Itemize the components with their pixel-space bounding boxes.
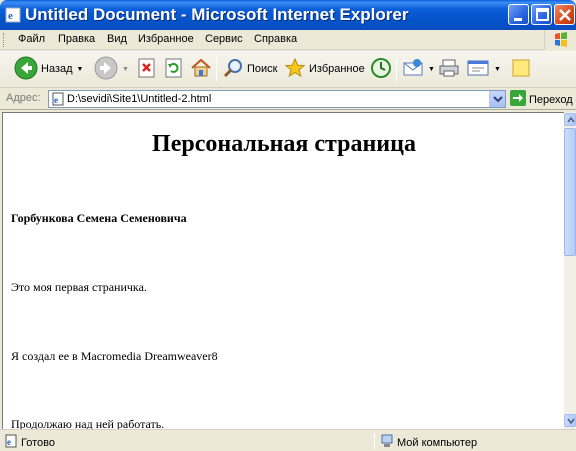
favorites-button[interactable]: Избранное [284, 56, 365, 82]
search-icon [222, 57, 244, 82]
forward-dropdown-icon[interactable]: ▼ [122, 66, 129, 73]
windows-logo-icon [544, 30, 576, 50]
favorites-label: Избранное [309, 63, 365, 75]
window-title: Untitled Document - Microsoft Internet E… [25, 5, 409, 24]
my-computer-icon [380, 434, 394, 451]
address-value[interactable]: D:\sevidi\Site1\Untitled-2.html [67, 93, 211, 105]
note-icon [510, 57, 532, 82]
print-icon [438, 57, 460, 82]
mail-icon [402, 57, 424, 82]
standard-toolbar: Назад ▼ ▼ Поиск Избранное ▼ ▼ [0, 51, 576, 88]
title-bar: e Untitled Document - Microsoft Internet… [0, 0, 576, 30]
paragraph-continue: Продолжаю над ней работать. [11, 417, 165, 429]
scroll-down-button[interactable] [564, 414, 576, 427]
forward-arrow-icon [94, 56, 118, 83]
status-text: Готово [21, 436, 55, 449]
status-separator [374, 433, 375, 449]
go-arrow-icon [510, 90, 526, 109]
status-zone: Мой компьютер [380, 434, 477, 451]
zone-text: Мой компьютер [397, 436, 478, 449]
edit-icon [466, 57, 490, 82]
menu-help[interactable]: Справка [254, 33, 297, 45]
edit-button[interactable]: ▼ [466, 56, 501, 82]
status-done: e Готово [4, 434, 55, 451]
back-arrow-icon [14, 56, 38, 83]
back-label: Назад [41, 63, 73, 75]
go-button[interactable]: Переход [510, 90, 573, 109]
menu-edit[interactable]: Правка [58, 33, 95, 45]
refresh-button[interactable] [163, 56, 185, 82]
address-bar: Адрес: e D:\sevidi\Site1\Untitled-2.html… [0, 88, 576, 110]
status-bar: e Готово Мой компьютер [0, 429, 576, 451]
menu-file[interactable]: Файл [18, 33, 45, 45]
svg-text:e: e [54, 95, 58, 105]
paragraph-first-page: Это моя первая страничка. [11, 280, 147, 294]
search-label: Поиск [247, 63, 278, 75]
ie-icon: e [5, 7, 21, 23]
maximize-button[interactable] [531, 4, 552, 25]
back-button[interactable]: Назад ▼ [14, 56, 83, 82]
edit-dropdown-icon[interactable]: ▼ [494, 66, 501, 73]
home-button[interactable] [190, 56, 212, 82]
go-label: Переход [529, 93, 573, 106]
forward-button[interactable]: ▼ [94, 56, 129, 82]
menu-favorites[interactable]: Избранное [138, 33, 194, 45]
print-button[interactable] [438, 56, 460, 82]
toolbar-separator [216, 57, 217, 81]
menubar-grip[interactable] [3, 33, 6, 47]
menu-view[interactable]: Вид [107, 33, 127, 45]
home-icon [190, 57, 212, 82]
mail-dropdown-icon[interactable]: ▼ [428, 66, 435, 73]
menu-tools[interactable]: Сервис [205, 33, 243, 45]
stop-icon [136, 57, 158, 82]
page-viewport[interactable]: Персональная страница Горбункова Семена … [2, 112, 564, 429]
html-page-icon: e [51, 92, 65, 106]
address-label: Адрес: [6, 92, 41, 104]
address-input[interactable]: e D:\sevidi\Site1\Untitled-2.html [48, 90, 506, 108]
star-icon [284, 57, 306, 82]
mail-button[interactable]: ▼ [402, 56, 435, 82]
minimize-button[interactable] [508, 4, 529, 25]
history-icon [370, 57, 392, 82]
messenger-button[interactable] [510, 56, 532, 82]
svg-text:e: e [7, 437, 11, 447]
menu-bar: Файл Правка Вид Избранное Сервис Справка [0, 30, 576, 50]
scroll-thumb[interactable] [564, 128, 576, 256]
toolbar-separator [396, 57, 397, 81]
vertical-scrollbar[interactable] [564, 112, 576, 429]
page-heading: Персональная страница [152, 131, 416, 157]
close-button[interactable] [554, 4, 575, 25]
stop-button[interactable] [136, 56, 158, 82]
scroll-up-button[interactable] [564, 113, 576, 126]
page-done-icon: e [4, 434, 18, 451]
owner-name: Горбункова Семена Семеновича [11, 211, 187, 225]
paragraph-created-in: Я создал ее в Macromedia Dreamweaver8 [11, 349, 218, 363]
back-dropdown-icon[interactable]: ▼ [77, 66, 84, 73]
history-button[interactable] [370, 56, 392, 82]
svg-text:e: e [8, 10, 13, 22]
refresh-icon [163, 57, 185, 82]
search-button[interactable]: Поиск [222, 56, 277, 82]
address-dropdown-button[interactable] [489, 91, 505, 107]
